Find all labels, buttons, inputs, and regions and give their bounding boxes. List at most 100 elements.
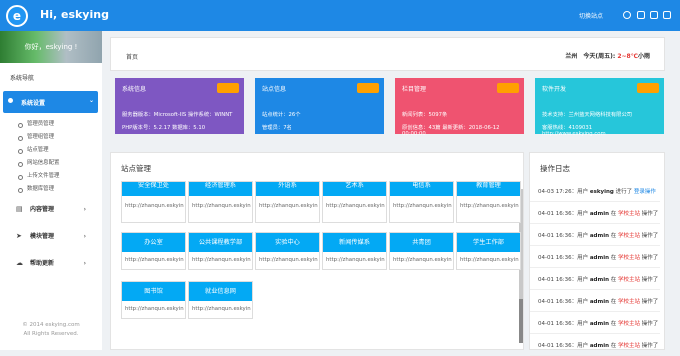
card-software-dev: 软件开发 技术支持：兰州蓝天网络科技有限公司 客服热线：4109031 http… [535,78,664,137]
sidebar-sub-admin[interactable]: 管理员管理 [0,118,102,131]
site-tile-name: 新闻传媒系 [323,233,386,252]
site-tile-url: http://zhanqun.eskyin [125,203,184,209]
log-text: 用户 [577,211,590,217]
site-tile[interactable]: 实验中心 http://zhanqun.eskyin [255,232,320,270]
app-logo: e [6,5,28,27]
grid-icon[interactable] [650,11,658,19]
site-tile[interactable]: 就业信息网 http://zhanqun.eskyin [188,281,253,319]
log-text: 04-01 16:36： [538,255,578,261]
sidebar: 你好，eskying ! 系统导航 系统设置 ⌄ 管理员管理 管理组管理 站点管… [0,31,102,350]
site-tile-url: http://zhanqun.eskyin [192,203,251,209]
site-tile[interactable]: 共青团 http://zhanqun.eskyin [389,232,454,270]
log-text: admin [589,211,610,217]
chevron-right-icon: › [83,206,86,213]
switch-site-link[interactable]: 切换站点 [579,11,603,20]
site-tile[interactable]: 外语系 http://zhanqun.eskyin [255,181,320,223]
sidebar-sub-site[interactable]: 站点管理 [0,144,102,157]
weather-desc: 小雨 [637,53,650,60]
log-text[interactable]: 学校主站 [618,255,640,261]
site-tile[interactable]: 艺术系 http://zhanqun.eskyin [322,181,387,223]
log-text[interactable]: 学校主站 [618,211,640,217]
settings-icon[interactable] [663,11,671,19]
sidebar-sub-siteinfo[interactable]: 网站信息配置 [0,157,102,170]
user-icon[interactable] [623,11,631,19]
log-text: 操作了 [640,321,659,327]
top-bar: e Hi, eskying 切换站点 [0,0,680,31]
welcome-text: 你好，eskying ! [24,43,78,51]
site-tile-url: http://zhanqun.eskyin [192,306,251,312]
folder-icon-button[interactable] [357,83,379,93]
log-text: admin [589,343,610,349]
welcome-banner: 你好，eskying ! [0,31,102,63]
sidebar-item-content[interactable]: ▤ 内容管理 › [0,196,102,223]
greeting: Hi, eskying [40,8,109,21]
site-tile-name: 电信系 [390,182,453,196]
log-text: 操作了 [640,255,659,261]
log-text[interactable]: 学校主站 [618,277,640,283]
log-text: 用户 [577,343,590,349]
site-tile[interactable]: 教育管理 http://zhanqun.eskyin [456,181,521,223]
site-tile-url: http://zhanqun.eskyin [125,306,184,312]
site-tile-url: http://zhanqun.eskyin [460,203,519,209]
sidebar-item-label: 系统设置 [21,100,46,107]
sidebar-item-help[interactable]: ☁ 帮助更新 › [0,250,102,277]
breadcrumb: 首页 兰州 今天(周五): 2~8℃小雨 [110,37,665,71]
message-icon[interactable] [637,11,645,19]
sidebar-sub-group[interactable]: 管理组管理 [0,131,102,144]
site-tile[interactable]: 安全保卫处 http://zhanqun.eskyin [121,181,186,223]
log-text[interactable]: 登录操作 [634,189,656,195]
log-divider [530,201,660,202]
site-tile-url: http://zhanqun.eskyin [259,203,318,209]
log-text: 在 [609,321,619,327]
site-tile-url: http://zhanqun.eskyin [192,257,251,263]
sidebar-item-label: 模块管理 [30,233,55,240]
log-text: 在 [609,277,619,283]
log-text[interactable]: 学校主站 [618,321,640,327]
log-text: admin [589,299,610,305]
log-divider [530,311,660,312]
scrollbar-thumb[interactable] [519,299,523,343]
comments-icon-button[interactable] [497,83,519,93]
sidebar-sub-database[interactable]: 数据库管理 [0,183,102,196]
site-tile[interactable]: 公共课程教学部 http://zhanqun.eskyin [188,232,253,270]
site-tile-url: http://zhanqun.eskyin [460,257,519,263]
site-tile[interactable]: 电信系 http://zhanqun.eskyin [389,181,454,223]
card-line: 原创信息：43篇 最新更新：2018-06-12 00:00:00 [402,125,500,137]
log-text[interactable]: 学校主站 [618,343,640,349]
panel-title: 站点管理 [121,164,151,173]
sidebar-item-system-settings[interactable]: 系统设置 ⌄ [3,91,98,113]
site-tile-url: http://zhanqun.eskyin [259,257,318,263]
gears-icon-button[interactable] [217,83,239,93]
site-tile[interactable]: 经济管理系 http://zhanqun.eskyin [188,181,253,223]
chart-icon-button[interactable] [637,83,659,93]
book-icon: ▤ [16,205,23,213]
copyright: © 2014 eskying.com All Rights Reserved. [0,321,102,339]
log-text: 在 [609,233,619,239]
card-line: 管理员：7名 [262,125,292,131]
log-text: 进行了 [613,189,634,195]
log-text: 操作了 [640,233,659,239]
site-tile[interactable]: 图书馆 http://zhanqun.eskyin [121,281,186,319]
log-text[interactable]: 学校主站 [618,233,640,239]
chevron-down-icon: ⌄ [88,97,94,104]
log-divider [530,245,660,246]
log-entry: 04-03 17:26：用户 eskying 进行了 登录操作 [538,187,656,195]
log-text: 用户 [577,321,590,327]
log-text: 用户 [577,277,590,283]
log-entry: 04-01 16:36：用户 admin 在 学校主站 操作了 [538,231,658,239]
breadcrumb-home[interactable]: 首页 [126,52,138,61]
log-text: 在 [609,299,619,305]
sidebar-item-modules[interactable]: ➤ 模块管理 › [0,223,102,250]
log-text[interactable]: 学校主站 [618,299,640,305]
chevron-right-icon: › [83,233,86,240]
log-text: admin [589,255,610,261]
log-entry: 04-01 16:36：用户 admin 在 学校主站 操作了 [538,341,658,349]
weather-temp: 2~8℃ [617,53,638,60]
log-text: admin [589,321,610,327]
site-tile[interactable]: 办公室 http://zhanqun.eskyin [121,232,186,270]
site-tile[interactable]: 新闻传媒系 http://zhanqun.eskyin [322,232,387,270]
site-tile-name: 艺术系 [323,182,386,196]
site-tile[interactable]: 学生工作部 http://zhanqun.eskyin [456,232,521,270]
sidebar-sub-upload[interactable]: 上传文件管理 [0,170,102,183]
chevron-right-icon: › [83,260,86,267]
